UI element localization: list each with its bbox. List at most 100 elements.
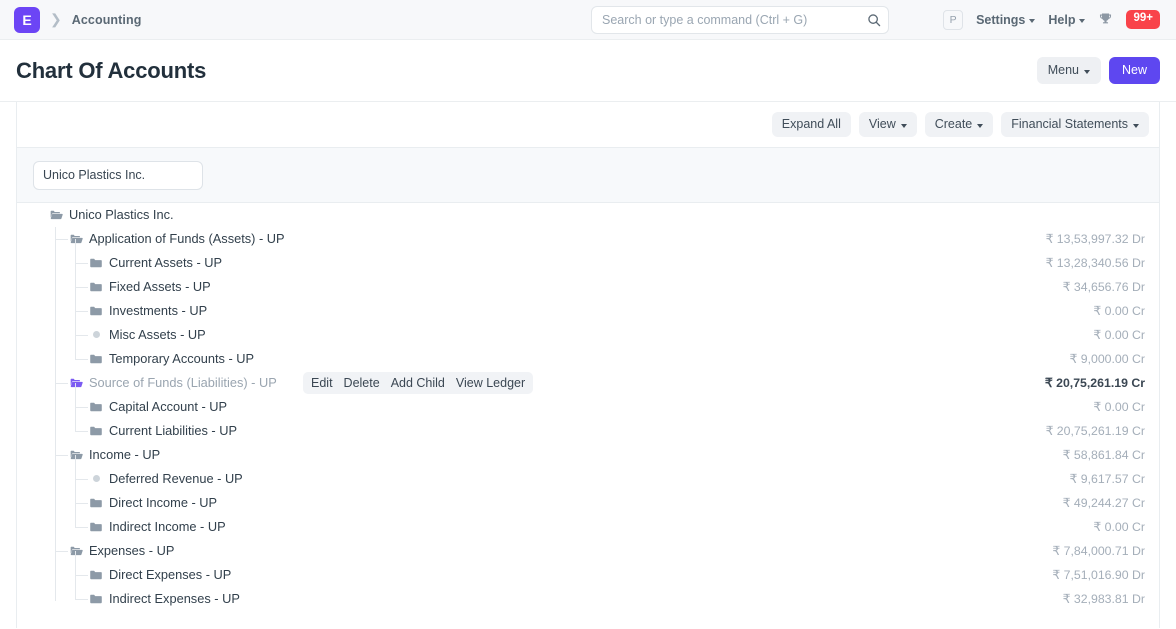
financial-statements-dropdown-button[interactable]: Financial Statements bbox=[1001, 112, 1149, 138]
tree-row[interactable]: Indirect Expenses - UP₹ 32,983.81 Dr bbox=[17, 587, 1159, 611]
tree-row[interactable]: Direct Income - UP₹ 49,244.27 Cr bbox=[17, 491, 1159, 515]
tree-row-label-zone[interactable]: Unico Plastics Inc. bbox=[49, 208, 174, 222]
tree-row-label: Investments - UP bbox=[109, 305, 207, 318]
chart-of-accounts-card: Expand All View Create Financial Stateme… bbox=[16, 102, 1160, 628]
tree-row[interactable]: Deferred Revenue - UP₹ 9,617.57 Cr bbox=[17, 467, 1159, 491]
tree-row-label: Deferred Revenue - UP bbox=[109, 473, 243, 486]
folder-closed-icon[interactable] bbox=[89, 424, 103, 438]
tree-row[interactable]: Misc Assets - UP₹ 0.00 Cr bbox=[17, 323, 1159, 347]
settings-label: Settings bbox=[976, 13, 1025, 27]
folder-closed-icon[interactable] bbox=[89, 496, 103, 510]
tree-row[interactable]: Application of Funds (Assets) - UP₹ 13,5… bbox=[17, 227, 1159, 251]
tree-row-label: Current Liabilities - UP bbox=[109, 425, 237, 438]
breadcrumb-accounting[interactable]: Accounting bbox=[72, 13, 142, 27]
tree-toolbar: Expand All View Create Financial Stateme… bbox=[17, 102, 1159, 148]
tree-row-label-zone[interactable]: Capital Account - UP bbox=[89, 400, 227, 414]
tree-row-label: Source of Funds (Liabilities) - UP bbox=[89, 377, 277, 390]
tree-row[interactable]: Source of Funds (Liabilities) - UP₹ 20,7… bbox=[17, 371, 1159, 395]
search-icon[interactable] bbox=[867, 13, 881, 27]
navbar-left: E ❯ Accounting bbox=[14, 7, 141, 33]
tree-row-label-zone[interactable]: Indirect Income - UP bbox=[89, 520, 226, 534]
top-navbar: E ❯ Accounting P Settings Help bbox=[0, 0, 1176, 40]
folder-open-icon[interactable] bbox=[69, 544, 83, 558]
expand-all-button[interactable]: Expand All bbox=[772, 112, 851, 138]
tree-row-label-zone[interactable]: Direct Expenses - UP bbox=[89, 568, 231, 582]
view-ledger-action[interactable]: View Ledger bbox=[456, 376, 525, 390]
page-title: Chart Of Accounts bbox=[16, 58, 206, 84]
tree-row-balance: ₹ 0.00 Cr bbox=[1093, 304, 1145, 318]
folder-open-icon[interactable] bbox=[69, 448, 83, 462]
tree-row-label-zone[interactable]: Income - UP bbox=[69, 448, 160, 462]
folder-open-icon[interactable] bbox=[69, 232, 83, 246]
tree-row-label-zone[interactable]: Current Liabilities - UP bbox=[89, 424, 237, 438]
tree-row[interactable]: Current Liabilities - UP ₹ 20,75,261.19 C… bbox=[17, 419, 1159, 443]
navbar-search-area bbox=[591, 6, 889, 34]
tree-row-balance: ₹ 7,51,016.90 Dr bbox=[1052, 568, 1145, 582]
folder-open-icon[interactable] bbox=[69, 376, 83, 390]
tree-row-label-zone[interactable]: Investments - UP bbox=[89, 304, 207, 318]
page-header: Chart Of Accounts Menu New bbox=[0, 40, 1176, 102]
tree-row[interactable]: Income - UP₹ 58,861.84 Cr bbox=[17, 443, 1159, 467]
tree-row-label-zone[interactable]: Temporary Accounts - UP bbox=[89, 352, 254, 366]
tree-row-label: Fixed Assets - UP bbox=[109, 281, 211, 294]
notification-badge[interactable]: 99+ bbox=[1126, 10, 1160, 29]
settings-menu[interactable]: Settings bbox=[976, 13, 1035, 27]
tree-row-label-zone[interactable]: Misc Assets - UP bbox=[89, 329, 206, 342]
tree-row[interactable]: Fixed Assets - UP ₹ 34,656.76 Dr bbox=[17, 275, 1159, 299]
folder-closed-icon[interactable] bbox=[89, 520, 103, 534]
tree-row-label: Direct Expenses - UP bbox=[109, 569, 231, 582]
folder-closed-icon[interactable] bbox=[89, 352, 103, 366]
chevron-down-icon bbox=[1084, 70, 1090, 74]
tree-row[interactable]: Temporary Accounts - UP₹ 9,000.00 Cr bbox=[17, 347, 1159, 371]
folder-closed-icon[interactable] bbox=[89, 568, 103, 582]
leaf-dot-icon bbox=[93, 475, 100, 482]
create-button-label: Create bbox=[935, 118, 973, 132]
folder-closed-icon[interactable] bbox=[89, 592, 103, 606]
new-button[interactable]: New bbox=[1109, 57, 1160, 85]
tree-row-label-zone[interactable]: Direct Income - UP bbox=[89, 496, 217, 510]
tree-row-label-zone[interactable]: Indirect Expenses - UP bbox=[89, 592, 240, 606]
avatar[interactable]: P bbox=[943, 10, 963, 30]
tree-row-balance: ₹ 0.00 Cr bbox=[1093, 400, 1145, 414]
folder-closed-icon[interactable] bbox=[89, 304, 103, 318]
company-filter-input[interactable] bbox=[33, 161, 203, 190]
tree-row-label-zone[interactable]: Current Assets - UP bbox=[89, 256, 222, 270]
folder-closed-icon[interactable] bbox=[89, 280, 103, 294]
edit-action[interactable]: Edit bbox=[311, 376, 333, 390]
tree-row-label-zone[interactable]: Fixed Assets - UP bbox=[89, 280, 211, 294]
chevron-down-icon bbox=[1079, 19, 1085, 23]
tree-row-balance: ₹ 20,75,261.19 Cr bbox=[1046, 424, 1145, 438]
tree-row[interactable]: Investments - UP ₹ 0.00 Cr bbox=[17, 299, 1159, 323]
create-dropdown-button[interactable]: Create bbox=[925, 112, 994, 138]
tree-row[interactable]: Indirect Income - UP₹ 0.00 Cr bbox=[17, 515, 1159, 539]
help-label: Help bbox=[1048, 13, 1075, 27]
view-button-label: View bbox=[869, 118, 896, 132]
tree-row[interactable]: Expenses - UP₹ 7,84,000.71 Dr bbox=[17, 539, 1159, 563]
folder-closed-icon[interactable] bbox=[89, 400, 103, 414]
tree-row-label-zone[interactable]: Application of Funds (Assets) - UP bbox=[69, 232, 285, 246]
chevron-down-icon bbox=[1029, 19, 1035, 23]
search-input[interactable] bbox=[591, 6, 889, 34]
view-dropdown-button[interactable]: View bbox=[859, 112, 917, 138]
tree-row[interactable]: Current Assets - UP ₹ 13,28,340.56 Dr bbox=[17, 251, 1159, 275]
tree-row-balance: ₹ 34,656.76 Dr bbox=[1063, 280, 1145, 294]
tree-row[interactable]: Direct Expenses - UP ₹ 7,51,016.90 Dr bbox=[17, 563, 1159, 587]
trophy-icon[interactable] bbox=[1098, 12, 1113, 27]
help-menu[interactable]: Help bbox=[1048, 13, 1085, 27]
tree-row[interactable]: Unico Plastics Inc. bbox=[17, 203, 1159, 227]
menu-button[interactable]: Menu bbox=[1037, 57, 1101, 85]
tree-row[interactable]: Capital Account - UP ₹ 0.00 Cr bbox=[17, 395, 1159, 419]
delete-action[interactable]: Delete bbox=[344, 376, 380, 390]
tree-row-label: Current Assets - UP bbox=[109, 257, 222, 270]
tree-row-label: Indirect Expenses - UP bbox=[109, 593, 240, 606]
tree-row-balance: ₹ 13,28,340.56 Dr bbox=[1046, 256, 1145, 270]
app-logo-icon[interactable]: E bbox=[14, 7, 40, 33]
tree-row-label-zone[interactable]: Source of Funds (Liabilities) - UP bbox=[69, 376, 277, 390]
page-header-actions: Menu New bbox=[1037, 57, 1160, 85]
tree-row-label: Capital Account - UP bbox=[109, 401, 227, 414]
folder-closed-icon[interactable] bbox=[89, 256, 103, 270]
folder-open-icon[interactable] bbox=[49, 208, 63, 222]
tree-row-label-zone[interactable]: Expenses - UP bbox=[69, 544, 174, 558]
tree-row-label-zone[interactable]: Deferred Revenue - UP bbox=[89, 473, 243, 486]
add-child-action[interactable]: Add Child bbox=[391, 376, 445, 390]
